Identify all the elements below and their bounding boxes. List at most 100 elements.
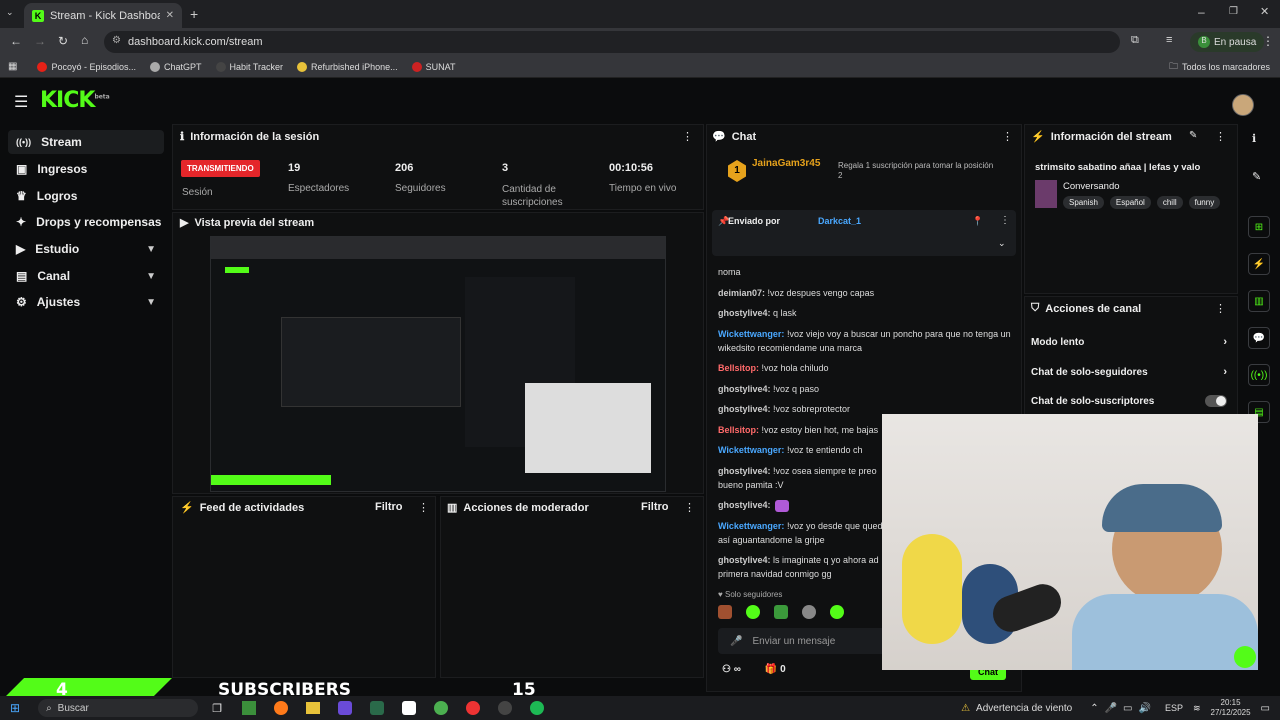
- sidebar-item-logros[interactable]: ♛ Logros: [8, 184, 164, 208]
- clock[interactable]: 20:15 27/12/2025: [1211, 698, 1251, 718]
- tag[interactable]: chill: [1156, 196, 1183, 209]
- unpin-icon[interactable]: 📍: [972, 216, 983, 227]
- app-icon[interactable]: [465, 701, 480, 715]
- sidebar-item-label: Canal: [37, 269, 71, 283]
- language-indicator[interactable]: ESP: [1165, 703, 1183, 713]
- edit-rail-icon[interactable]: ✎: [1252, 170, 1261, 183]
- minimize-button[interactable]: –: [1198, 5, 1205, 19]
- uptime-value: 00:10:56: [609, 162, 654, 174]
- bookmark-refurbished[interactable]: Refurbished iPhone...: [297, 61, 398, 72]
- chat-input[interactable]: 🎤 Enviar un mensaje: [718, 628, 888, 654]
- all-bookmarks[interactable]: 🗀 Todos los marcadores: [1169, 59, 1270, 75]
- mod-actions-filter-button[interactable]: Filtro: [641, 501, 669, 513]
- activity-feed-filter-button[interactable]: Filtro: [375, 501, 403, 513]
- pinned-menu-icon[interactable]: ⋮: [1000, 215, 1010, 226]
- maximize-button[interactable]: ❐: [1229, 6, 1238, 17]
- subs-only-toggle[interactable]: [1205, 395, 1227, 407]
- sidebar-item-estudio[interactable]: ▶ Estudio ▼: [8, 237, 164, 261]
- close-window-button[interactable]: ✕: [1260, 5, 1269, 18]
- emote-icon[interactable]: [802, 605, 816, 619]
- stream-info-menu-icon[interactable]: ⋮: [1215, 130, 1226, 143]
- app-icon[interactable]: [369, 701, 384, 715]
- rail-button[interactable]: ((•)): [1248, 364, 1270, 386]
- sidebar-item-stream[interactable]: ((•)) Stream: [8, 130, 164, 154]
- extensions-icon[interactable]: ⧉: [1131, 34, 1139, 47]
- tag[interactable]: Español: [1109, 196, 1151, 209]
- sidebar-item-canal[interactable]: ▤ Canal ▼: [8, 264, 164, 288]
- back-icon[interactable]: ←: [10, 34, 22, 48]
- channel-actions-menu-icon[interactable]: ⋮: [1215, 302, 1226, 315]
- new-tab-button[interactable]: +: [190, 6, 198, 22]
- tag[interactable]: Spanish: [1063, 196, 1104, 209]
- stream-preview-video[interactable]: [210, 236, 666, 492]
- activity-feed-menu-icon[interactable]: ⋮: [418, 501, 429, 514]
- rail-button[interactable]: 💬: [1248, 327, 1270, 349]
- mod-actions-menu-icon[interactable]: ⋮: [684, 501, 695, 514]
- rail-button[interactable]: ⊞: [1248, 216, 1270, 238]
- chat-menu-icon[interactable]: ⋮: [1002, 130, 1013, 143]
- rail-button[interactable]: ▥: [1248, 290, 1270, 312]
- stream-info-header: ⚡ Información del stream: [1031, 130, 1172, 144]
- user-avatar[interactable]: [1232, 94, 1254, 116]
- points-indicator[interactable]: ⚇ ∞: [722, 664, 741, 675]
- obs-icon[interactable]: [497, 701, 512, 715]
- emote-icon[interactable]: [746, 605, 760, 619]
- browser-tab[interactable]: K Stream - Kick Dashboard ✕: [24, 3, 182, 28]
- followers-only-row[interactable]: Chat de solo-seguidores ›: [1031, 366, 1227, 378]
- session-menu-icon[interactable]: ⋮: [682, 130, 693, 143]
- file-explorer-icon[interactable]: [305, 702, 320, 714]
- bookmark-sunat[interactable]: SUNAT: [411, 61, 455, 72]
- chrome-icon[interactable]: [433, 701, 448, 715]
- url-input[interactable]: ⚙ dashboard.kick.com/stream: [104, 31, 1120, 53]
- subs-count: 3: [502, 162, 509, 174]
- capcut-icon[interactable]: [401, 701, 416, 715]
- system-tray[interactable]: ⌃🎤▭🔊: [1090, 703, 1157, 714]
- emote-icon[interactable]: [774, 605, 788, 619]
- bookmark-habit-tracker[interactable]: Habit Tracker: [215, 61, 284, 72]
- kick-logo[interactable]: KICKbeta: [40, 88, 110, 113]
- weather-widget[interactable]: ⚠ Advertencia de viento: [961, 703, 1072, 714]
- gifts-indicator[interactable]: 🎁 0: [765, 664, 786, 675]
- sidebar-item-drops[interactable]: ✦ Drops y recompensas: [8, 210, 164, 234]
- task-view-icon[interactable]: ❐: [212, 702, 222, 715]
- bookmark-label: Habit Tracker: [229, 61, 284, 72]
- home-icon[interactable]: ⌂: [81, 33, 88, 47]
- sunat-icon: [411, 61, 422, 72]
- subs-only-row[interactable]: Chat de solo-suscriptores: [1031, 395, 1227, 407]
- rail-button[interactable]: ⚡: [1248, 253, 1270, 275]
- info-rail-icon[interactable]: ℹ: [1252, 132, 1256, 145]
- chevron-down-icon: ▼: [146, 296, 156, 308]
- firefox-icon[interactable]: [273, 701, 288, 715]
- edit-stream-info-icon[interactable]: ✎: [1189, 130, 1197, 141]
- app-icon[interactable]: [337, 701, 352, 715]
- slow-mode-row[interactable]: Modo lento ›: [1031, 336, 1227, 348]
- browser-menu-icon[interactable]: ⋮: [1262, 34, 1274, 48]
- bookmark-chatgpt[interactable]: ChatGPT: [150, 61, 202, 72]
- minecraft-icon[interactable]: [241, 701, 256, 715]
- site-info-icon[interactable]: ⚙: [112, 35, 121, 46]
- notifications-icon[interactable]: ▭: [1261, 703, 1270, 714]
- tab-close-icon[interactable]: ✕: [166, 10, 174, 21]
- hamburger-menu-icon[interactable]: ☰: [14, 92, 28, 112]
- emote-icon[interactable]: [718, 605, 732, 619]
- expand-chevron-icon[interactable]: ⌄: [998, 238, 1006, 249]
- media-controls-icon[interactable]: ≡: [1166, 34, 1172, 46]
- windows-start-icon[interactable]: ⊞: [10, 701, 20, 715]
- pinned-message[interactable]: 📌 Enviado por Darkcat_1 📍 ⋮ ⌄: [712, 210, 1016, 256]
- session-info-title: Información de la sesión: [190, 130, 320, 143]
- tag[interactable]: funny: [1188, 196, 1221, 209]
- emote-icon[interactable]: [830, 605, 844, 619]
- sidebar-item-ingresos[interactable]: ▣ Ingresos: [8, 157, 164, 181]
- reload-icon[interactable]: ↻: [58, 34, 68, 48]
- apps-icon[interactable]: ▦: [8, 61, 17, 72]
- gear-icon: ⚙: [16, 295, 27, 309]
- sub-gifter-card[interactable]: 1 JainaGam3r45 Regala 1 suscripción para…: [728, 158, 1008, 188]
- bookmark-pocoyo[interactable]: Pocoyó - Episodios...: [37, 61, 136, 72]
- forward-icon[interactable]: →: [34, 34, 46, 48]
- spotify-icon[interactable]: [529, 701, 544, 715]
- taskbar-search[interactable]: ⌕ Buscar: [38, 699, 199, 717]
- tab-list-button[interactable]: ⌄: [6, 7, 20, 21]
- sidebar-item-ajustes[interactable]: ⚙ Ajustes ▼: [8, 290, 164, 314]
- stream-icon: ((•)): [16, 137, 32, 147]
- profile-button[interactable]: B En pausa: [1190, 32, 1265, 52]
